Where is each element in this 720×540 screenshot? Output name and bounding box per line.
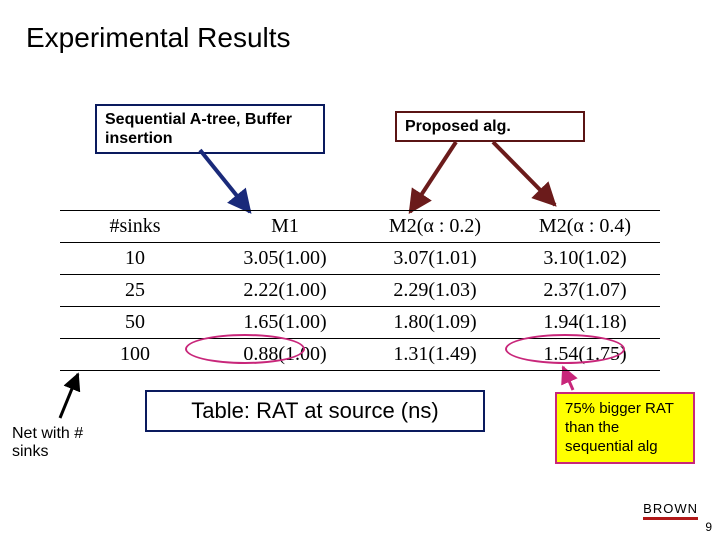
cell: 3.07(1.01) [360, 243, 510, 275]
cell: 1.31(1.49) [360, 339, 510, 371]
col-header-m1: M1 [210, 211, 360, 243]
cell: 10 [60, 243, 210, 275]
col-header-m2a: M2(α : 0.2) [360, 211, 510, 243]
table-caption: Table: RAT at source (ns) [145, 390, 485, 432]
label-sequential: Sequential A-tree, Buffer insertion [95, 104, 325, 154]
summary-callout: 75% bigger RAT than the sequential alg [555, 392, 695, 464]
cell: 3.10(1.02) [510, 243, 660, 275]
col-header-m2b: M2(α : 0.4) [510, 211, 660, 243]
table-row: 10 3.05(1.00) 3.07(1.01) 3.10(1.02) [60, 243, 660, 275]
cell: 2.29(1.03) [360, 275, 510, 307]
net-sinks-label: Net with # sinks [12, 425, 102, 461]
cell: 50 [60, 307, 210, 339]
cell: 1.80(1.09) [360, 307, 510, 339]
highlight-ellipse-m1 [185, 334, 305, 364]
arrow-proposed-1 [410, 142, 456, 212]
arrow-netlabel [60, 374, 78, 418]
page-title: Experimental Results [26, 22, 291, 54]
table-header-row: #sinks M1 M2(α : 0.2) M2(α : 0.4) [60, 211, 660, 243]
slide: Experimental Results Sequential A-tree, … [0, 0, 720, 540]
arrow-sequential [200, 150, 250, 212]
cell: 1.94(1.18) [510, 307, 660, 339]
col-header-sinks: #sinks [60, 211, 210, 243]
page-number: 9 [705, 520, 712, 534]
cell: 2.22(1.00) [210, 275, 360, 307]
brand-text: BROWN [643, 501, 698, 516]
brand-underline [643, 517, 698, 520]
brand-logo: BROWN [643, 501, 698, 520]
label-proposed: Proposed alg. [395, 111, 585, 142]
highlight-ellipse-m2b [505, 334, 625, 364]
cell: 3.05(1.00) [210, 243, 360, 275]
arrow-proposed-2 [493, 142, 555, 205]
table-row: 25 2.22(1.00) 2.29(1.03) 2.37(1.07) [60, 275, 660, 307]
cell: 25 [60, 275, 210, 307]
cell: 2.37(1.07) [510, 275, 660, 307]
